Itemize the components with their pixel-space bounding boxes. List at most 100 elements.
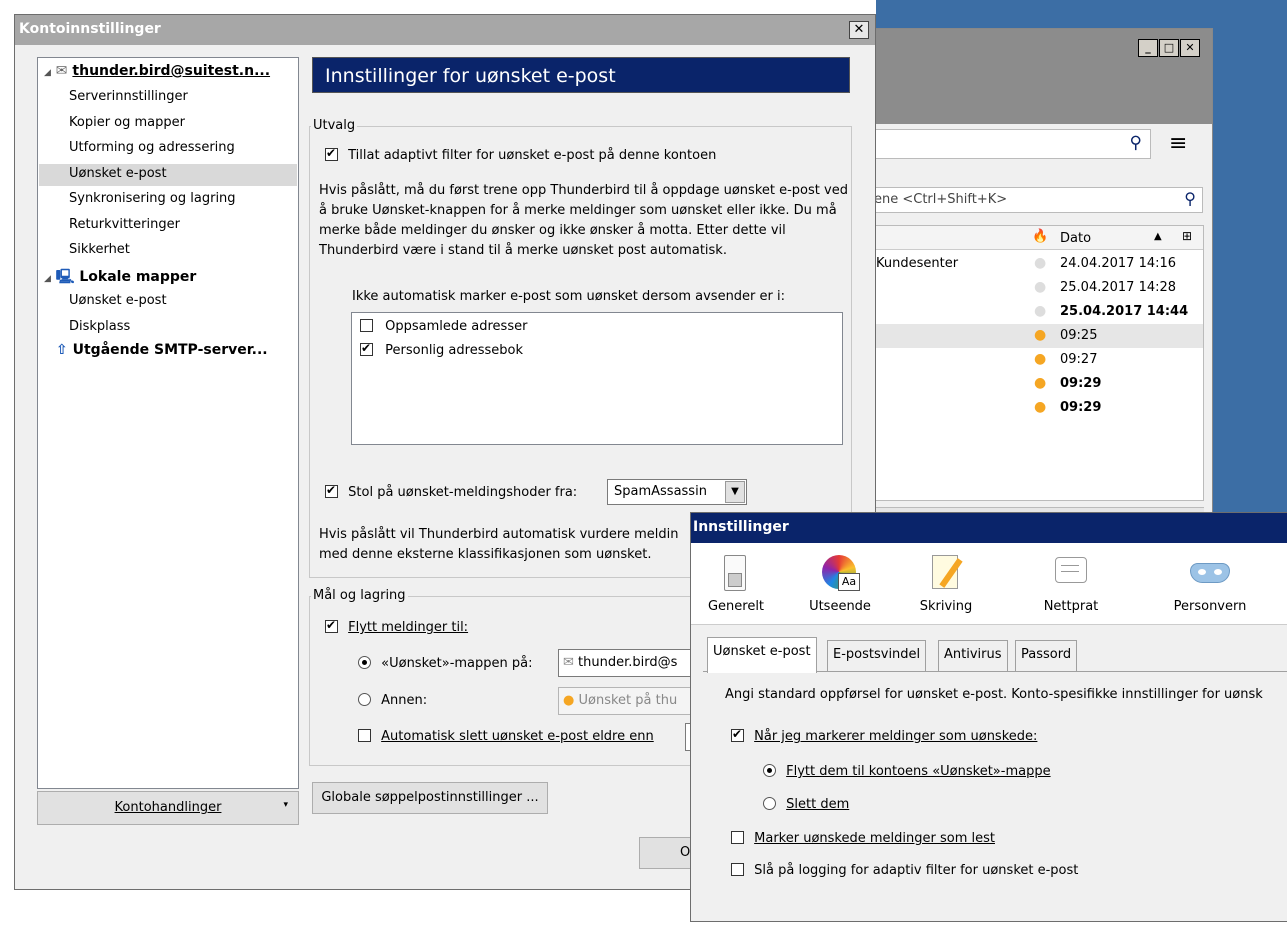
- preferences-title-bar: Innstillinger: [691, 513, 1287, 543]
- table-row[interactable]: ● 09:29: [872, 372, 1203, 396]
- tree-item-receipts[interactable]: Returkvitteringer: [69, 217, 180, 232]
- junk-folder-account-select[interactable]: ✉ thunder.bird@s: [558, 649, 698, 677]
- adaptive-filter-checkbox[interactable]: [325, 146, 338, 161]
- flame-icon[interactable]: ●: [1034, 351, 1046, 367]
- column-date[interactable]: Dato: [1060, 231, 1091, 246]
- when-mark-checkbox[interactable]: [731, 727, 744, 742]
- trust-headers-select[interactable]: SpamAssassin ▼: [607, 479, 747, 505]
- close-icon[interactable]: ✕: [849, 21, 869, 39]
- trust-headers-checkbox[interactable]: [325, 483, 338, 498]
- global-search-box[interactable]: ⚲: [871, 129, 1151, 159]
- tree-item-copies[interactable]: Kopier og mapper: [69, 115, 185, 130]
- junk-icon[interactable]: 🔥: [1032, 229, 1048, 244]
- pane-privacy[interactable]: Personvern: [1165, 551, 1255, 614]
- tab-scam[interactable]: E-postsvindel: [827, 640, 927, 671]
- flame-icon[interactable]: ●: [1034, 279, 1046, 295]
- message-list[interactable]: 🔥 Dato ▲ ⊞ Kundesenter ● 24.04.2017 14:16 ●…: [871, 225, 1204, 501]
- whitelist-item[interactable]: Oppsamlede adresser: [360, 319, 527, 334]
- other-folder-value: Uønsket på thu: [578, 693, 678, 708]
- chat-bubble-icon: [1051, 551, 1091, 593]
- row-date: 24.04.2017 14:16: [1060, 256, 1177, 271]
- whitelist-checkbox[interactable]: [360, 341, 373, 356]
- tree-item-local-junk[interactable]: Uønsket e-post: [69, 293, 167, 308]
- close-window-button[interactable]: ✕: [1180, 39, 1200, 57]
- quick-filter-input[interactable]: ene <Ctrl+Shift+K> ⚲: [871, 187, 1203, 213]
- pane-chat[interactable]: Nettprat: [1026, 551, 1116, 614]
- when-mark-row[interactable]: Når jeg markerer meldinger som uønskede:: [731, 727, 1038, 744]
- trust-explanation-1: Hvis påslått vil Thunderbird automatisk …: [319, 527, 679, 542]
- auto-delete-row[interactable]: Automatisk slett uønsket e-post eldre en…: [358, 729, 654, 744]
- table-row[interactable]: ● 09:25: [872, 324, 1203, 348]
- tree-smtp-label: Utgående SMTP-server...: [72, 342, 268, 358]
- pane-appearance[interactable]: Aa Utseende: [795, 551, 885, 614]
- tree-item-diskspace[interactable]: Diskplass: [69, 319, 130, 334]
- junk-folder-on-row[interactable]: «Uønsket»-mappen på:: [358, 656, 532, 671]
- pane-composition[interactable]: Skriving: [901, 551, 991, 614]
- maximize-button[interactable]: □: [1159, 39, 1179, 57]
- move-to-junk-row[interactable]: Flytt dem til kontoens «Uønsket»-mappe: [763, 764, 1051, 779]
- tree-local-root[interactable]: ◢ 🖳 Lokale mapper: [44, 266, 196, 290]
- mark-read-row[interactable]: Marker uønskede meldinger som lest: [731, 831, 995, 846]
- tree-item-server[interactable]: Serverinnstillinger: [69, 89, 188, 104]
- row-date: 09:29: [1060, 376, 1102, 391]
- table-row[interactable]: ● 09:29: [872, 396, 1203, 420]
- move-messages-checkbox[interactable]: [325, 618, 338, 633]
- delete-junk-label: Slett dem: [786, 797, 850, 812]
- computer-icon: 🖳: [55, 269, 75, 285]
- other-folder-row[interactable]: Annen:: [358, 693, 427, 708]
- tree-item-junk[interactable]: Uønsket e-post: [39, 164, 297, 186]
- hamburger-menu-icon[interactable]: ≡: [1169, 131, 1187, 156]
- other-folder-radio[interactable]: [358, 693, 371, 706]
- tab-antivirus[interactable]: Antivirus: [938, 640, 1008, 671]
- tree-item-sync[interactable]: Synkronisering og lagring: [69, 191, 236, 206]
- move-to-junk-radio[interactable]: [763, 764, 776, 777]
- tab-junk[interactable]: Uønsket e-post: [707, 637, 817, 673]
- table-row[interactable]: ● 25.04.2017 14:44: [872, 300, 1203, 324]
- expand-arrow-icon[interactable]: ◢: [44, 68, 51, 78]
- table-row[interactable]: ● 09:27: [872, 348, 1203, 372]
- flame-icon[interactable]: ●: [1034, 303, 1046, 319]
- trust-headers-row[interactable]: Stol på uønsket-meldingshoder fra:: [325, 483, 577, 500]
- other-folder-select[interactable]: ● Uønsket på thu: [558, 687, 698, 715]
- expand-arrow-icon[interactable]: ◢: [44, 274, 51, 284]
- row-from: Kundesenter: [876, 256, 959, 271]
- global-junk-settings-button[interactable]: Globale søppelpostinnstillinger ...: [312, 782, 548, 814]
- column-picker-icon[interactable]: ⊞: [1182, 229, 1192, 243]
- tree-account-root[interactable]: ◢ ✉ thunder.bird@suitest.n...: [44, 63, 270, 79]
- outgoing-server-icon: ⇧: [56, 342, 68, 358]
- table-row[interactable]: ● 25.04.2017 14:28: [872, 276, 1203, 300]
- flame-icon[interactable]: ●: [1034, 255, 1046, 271]
- tree-smtp-root[interactable]: ⇧ Utgående SMTP-server...: [56, 342, 268, 358]
- delete-junk-row[interactable]: Slett dem: [763, 797, 849, 812]
- junk-logging-label: Slå på logging for adaptiv filter for uø…: [754, 863, 1079, 878]
- delete-junk-radio[interactable]: [763, 797, 776, 810]
- tree-item-security[interactable]: Sikkerhet: [69, 242, 130, 257]
- whitelist-item-label: Personlig adressebok: [385, 343, 523, 358]
- junk-folder-on-label: «Uønsket»-mappen på:: [381, 656, 533, 671]
- move-messages-row[interactable]: Flytt meldinger til:: [325, 618, 468, 635]
- account-actions-button[interactable]: Kontohandlinger ▾: [37, 791, 299, 825]
- minimize-button[interactable]: _: [1138, 39, 1158, 57]
- junk-logging-row[interactable]: Slå på logging for adaptiv filter for uø…: [731, 863, 1078, 878]
- junk-folder-on-radio[interactable]: [358, 656, 371, 669]
- whitelist-item[interactable]: Personlig adressebok: [360, 341, 523, 358]
- dialog-title-bar: Kontoinnstillinger ✕: [15, 15, 875, 45]
- whitelist-checkbox[interactable]: [360, 319, 373, 332]
- pane-general[interactable]: Generelt: [691, 551, 781, 614]
- junk-logging-checkbox[interactable]: [731, 863, 744, 876]
- other-folder-label: Annen:: [381, 693, 428, 708]
- tab-passwords[interactable]: Passord: [1015, 640, 1078, 671]
- when-mark-label: Når jeg markerer meldinger som uønskede:: [754, 729, 1038, 744]
- flame-icon[interactable]: ●: [1034, 399, 1046, 415]
- mark-read-checkbox[interactable]: [731, 831, 744, 844]
- flame-icon[interactable]: ●: [1034, 327, 1046, 343]
- ok-label: O: [680, 845, 691, 860]
- whitelist-listbox[interactable]: Oppsamlede adresser Personlig adressebok: [351, 312, 843, 445]
- table-row[interactable]: Kundesenter ● 24.04.2017 14:16: [872, 252, 1203, 276]
- auto-delete-checkbox[interactable]: [358, 729, 371, 742]
- tree-item-composition[interactable]: Utforming og adressering: [69, 140, 235, 155]
- flame-icon[interactable]: ●: [1034, 375, 1046, 391]
- dialog-title: Kontoinnstillinger: [19, 21, 161, 37]
- adaptive-filter-row[interactable]: Tillat adaptivt filter for uønsket e-pos…: [325, 146, 717, 163]
- adaptive-filter-label: Tillat adaptivt filter for uønsket e-pos…: [348, 148, 717, 163]
